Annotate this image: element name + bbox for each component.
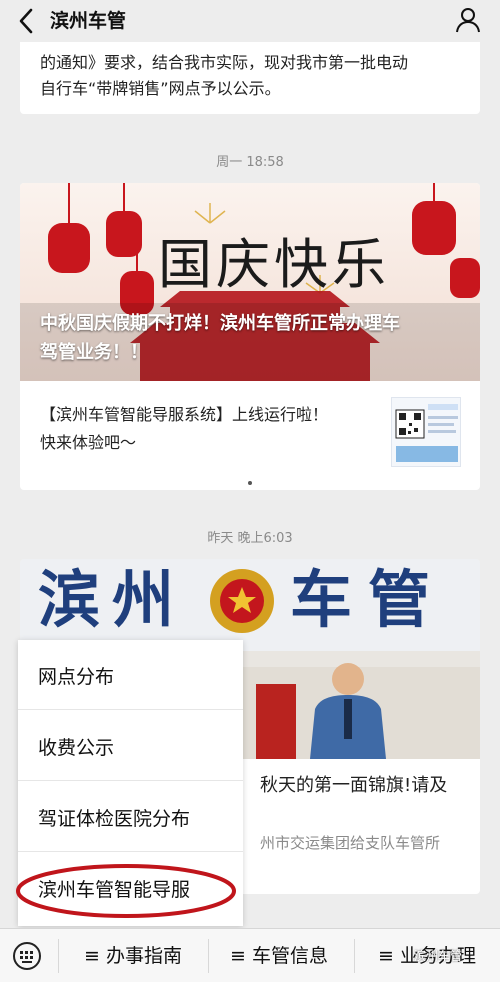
highlight-circle [16, 864, 236, 918]
bottom-menu-info[interactable]: ≡ 车管信息 [230, 943, 328, 969]
sub-article-thumbnail [391, 397, 461, 467]
divider [354, 939, 355, 973]
person-icon[interactable] [454, 6, 482, 34]
header-bar: 滨州车管 [0, 0, 500, 42]
banner-char: 车 [290, 563, 352, 636]
article-headline[interactable]: 中秋国庆假期不打烊！滨州车管所正常办理车 驾管业务！！ [40, 309, 464, 367]
watermark: 滨州车管 [414, 949, 463, 963]
previous-message-text: 的通知》要求，结合我市实际，现对我市第一批电动 自行车“带牌销售”网点予以公示。 [40, 53, 409, 98]
banner-art-text: 国庆快乐 [158, 233, 390, 296]
keyboard-icon[interactable] [12, 942, 42, 970]
article-card[interactable]: 国庆快乐 中秋国庆假期不打烊！滨州车管所正常办理车 驾管业务！！ 【滨州车管智能… [20, 183, 480, 490]
divider [58, 939, 59, 973]
chevron-left-icon[interactable] [14, 6, 38, 36]
banner-char: 滨 [38, 563, 100, 636]
menu-item-branch-locations[interactable]: 网点分布 [18, 640, 243, 710]
timestamp: 周一 18:58 [216, 155, 284, 170]
bottom-menu-guide[interactable]: ≡ 办事指南 [84, 943, 182, 969]
banner-char: 州 [112, 563, 174, 636]
bottom-menu-bar: ≡ 办事指南 ≡ 车管信息 ≡ 业务办理 滨州车管 [0, 928, 500, 982]
menu-item-fee-notice[interactable]: 收费公示 [18, 711, 243, 781]
sub-article-title: 【滨州车管智能导服系统】上线运行啦！ 快来体验吧～ [40, 405, 329, 452]
police-emblem-icon [210, 569, 274, 633]
menu-item-label: 收费公示 [38, 737, 115, 759]
page-indicator-dot [248, 481, 252, 485]
menu-item-label: 网点分布 [38, 666, 115, 688]
page-title: 滨州车管 [50, 10, 127, 32]
menu-item-label: 驾证体检医院分布 [38, 808, 191, 830]
menu-item-medical-hospitals[interactable]: 驾证体检医院分布 [18, 782, 243, 852]
timestamp: 昨天 晚上6:03 [207, 531, 293, 546]
sub-article-row[interactable]: 【滨州车管智能导服系统】上线运行啦！ 快来体验吧～ [20, 381, 480, 490]
article-subtitle: 州市交运集团给支队车管所 [260, 834, 441, 852]
banner-char: 管 [368, 563, 430, 636]
divider [208, 939, 209, 973]
article-title[interactable]: 秋天的第一面锦旗!请及 [260, 773, 447, 799]
previous-message-card[interactable]: 的通知》要求，结合我市实际，现对我市第一批电动 自行车“带牌销售”网点予以公示。 [20, 42, 480, 114]
